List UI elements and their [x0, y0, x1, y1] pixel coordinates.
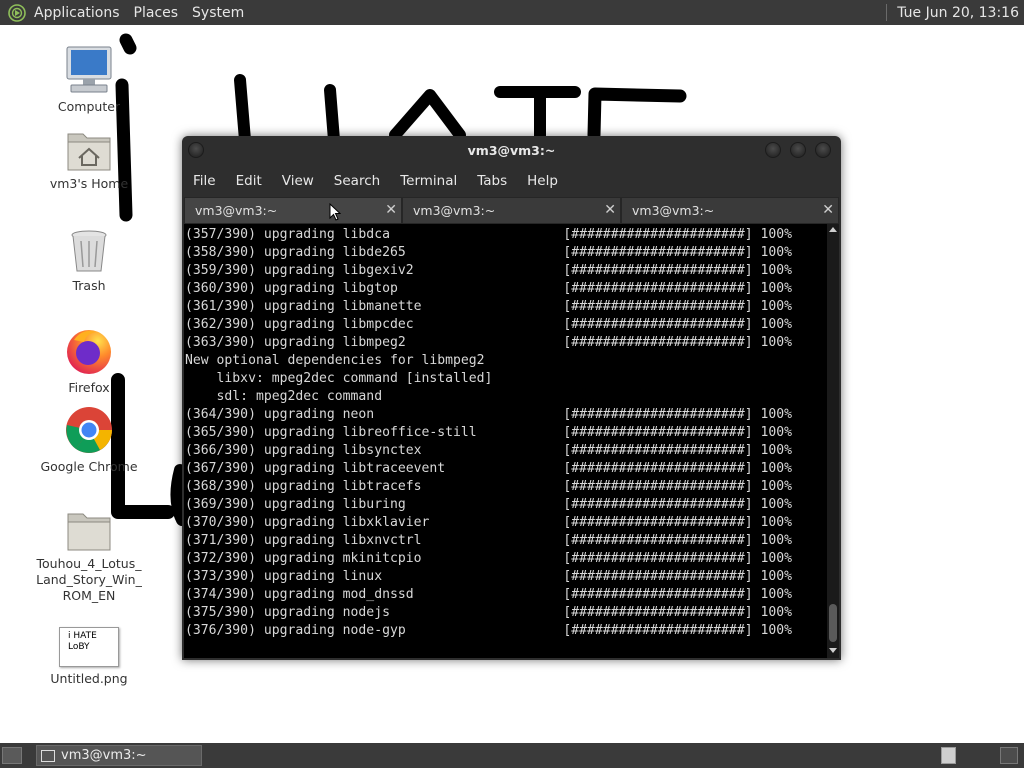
terminal-line: sdl: mpeg2dec command [185, 389, 383, 404]
mouse-pointer-icon [329, 203, 341, 221]
tab-label: vm3@vm3:~ [413, 203, 496, 218]
chrome-icon [66, 407, 112, 453]
terminal-text: (357/390) upgrading libdca [############… [184, 224, 827, 640]
folder-icon [67, 513, 111, 551]
desktop-icon-untitled-png[interactable]: i HATE LoBY Untitled.png [29, 627, 149, 687]
applications-menu[interactable]: Applications [34, 5, 120, 21]
distro-logo-icon[interactable] [8, 3, 26, 22]
terminal-window[interactable]: vm3@vm3:~ File Edit View Search Terminal… [182, 136, 841, 660]
taskbar-item-terminal[interactable]: vm3@vm3:~ [36, 745, 202, 766]
thumbnail-text: i HATE [68, 631, 97, 641]
menu-tabs[interactable]: Tabs [477, 173, 507, 189]
trash-icon [71, 230, 107, 272]
terminal-line: libxv: mpeg2dec command [installed] [185, 371, 493, 386]
terminal-line: (362/390) upgrading libmpcdec [#########… [185, 317, 792, 332]
terminal-tab-1[interactable]: vm3@vm3:~ ✕ [184, 197, 402, 224]
scroll-down-icon[interactable] [829, 648, 837, 653]
terminal-line: (369/390) upgrading liburing [##########… [185, 497, 792, 512]
terminal-tab-2[interactable]: vm3@vm3:~ ✕ [402, 197, 621, 224]
bottom-panel: vm3@vm3:~ [0, 743, 1024, 768]
thumbnail-text: LoBY [68, 642, 90, 652]
desktop-icon-trash[interactable]: Trash [29, 228, 149, 294]
terminal-output[interactable]: (357/390) upgrading libdca [############… [184, 224, 827, 658]
scrollbar-thumb[interactable] [829, 604, 837, 642]
maximize-button[interactable] [790, 142, 806, 158]
menu-terminal[interactable]: Terminal [400, 173, 457, 189]
terminal-line: (368/390) upgrading libtracefs [########… [185, 479, 792, 494]
menu-edit[interactable]: Edit [236, 173, 262, 189]
system-menu[interactable]: System [192, 5, 244, 21]
desktop-icon-label-line: Touhou_4_Lotus_ [36, 556, 142, 571]
terminal-scrollbar[interactable] [827, 224, 839, 658]
terminal-line: (364/390) upgrading neon [##############… [185, 407, 792, 422]
terminal-line: (360/390) upgrading libgtop [###########… [185, 281, 792, 296]
menu-view[interactable]: View [282, 173, 314, 189]
terminal-line: (357/390) upgrading libdca [############… [185, 227, 792, 242]
terminal-line: (363/390) upgrading libmpeg2 [##########… [185, 335, 792, 350]
desktop-icon-touhou-folder[interactable]: Touhou_4_Lotus_ Land_Story_Win_ ROM_EN [29, 508, 149, 604]
desktop-icon-computer[interactable]: Computer [29, 45, 149, 115]
desktop-icon-home[interactable]: vm3's Home [29, 128, 149, 192]
tab-close-icon[interactable]: ✕ [385, 198, 397, 223]
desktop-icon-label-line: Land_Story_Win_ [36, 572, 142, 587]
terminal-icon [41, 749, 55, 762]
menu-search[interactable]: Search [334, 173, 380, 189]
computer-icon [66, 46, 112, 93]
panel-separator [886, 4, 888, 21]
desktop-icon-label: Google Chrome [40, 459, 138, 474]
terminal-tabbar: vm3@vm3:~ ✕ vm3@vm3:~ ✕ vm3@vm3:~ ✕ [182, 197, 841, 224]
image-thumbnail-icon: i HATE LoBY [59, 627, 119, 667]
window-titlebar[interactable]: vm3@vm3:~ [182, 136, 841, 167]
taskbar-item-label: vm3@vm3:~ [61, 748, 147, 763]
menu-file[interactable]: File [193, 173, 216, 189]
terminal-line: (358/390) upgrading libde265 [##########… [185, 245, 792, 260]
show-desktop-icon[interactable] [2, 747, 22, 764]
desktop-icon-label: Computer [57, 99, 121, 114]
tab-close-icon[interactable]: ✕ [604, 198, 616, 223]
clock[interactable]: Tue Jun 20, 13:16 [897, 5, 1019, 21]
desktop-icon-label: vm3's Home [49, 176, 129, 191]
close-button[interactable] [815, 142, 831, 158]
terminal-line: (365/390) upgrading libreoffice-still [#… [185, 425, 792, 440]
window-title: vm3@vm3:~ [467, 143, 556, 158]
tab-label: vm3@vm3:~ [195, 203, 278, 218]
terminal-line: (371/390) upgrading libxnvctrl [########… [185, 533, 792, 548]
minimize-button[interactable] [765, 142, 781, 158]
home-folder-icon [67, 133, 111, 171]
menu-help[interactable]: Help [527, 173, 558, 189]
desktop-icon-label-line: ROM_EN [62, 588, 116, 603]
desktop-icon-firefox[interactable]: Firefox [29, 326, 149, 396]
top-panel: Applications Places System Tue Jun 20, 1… [0, 0, 1024, 25]
tab-close-icon[interactable]: ✕ [822, 198, 834, 223]
terminal-line: (361/390) upgrading libmanette [########… [185, 299, 792, 314]
terminal-line: (375/390) upgrading nodejs [############… [185, 605, 792, 620]
terminal-line: (372/390) upgrading mkinitcpio [########… [185, 551, 792, 566]
trash-applet-icon[interactable] [1000, 747, 1018, 764]
workspace-switcher[interactable] [941, 747, 956, 764]
places-menu[interactable]: Places [134, 5, 179, 21]
terminal-line: (374/390) upgrading mod_dnssd [#########… [185, 587, 792, 602]
desktop-icon-label: Firefox [68, 380, 110, 395]
terminal-line: (359/390) upgrading libgexiv2 [#########… [185, 263, 792, 278]
terminal-tab-3[interactable]: vm3@vm3:~ ✕ [621, 197, 839, 224]
terminal-line: (367/390) upgrading libtraceevent [#####… [185, 461, 792, 476]
desktop-icon-label: Trash [72, 278, 106, 293]
firefox-icon [67, 330, 111, 374]
scroll-up-icon[interactable] [829, 227, 837, 232]
desktop-icon-chrome[interactable]: Google Chrome [29, 405, 149, 475]
tab-label: vm3@vm3:~ [632, 203, 715, 218]
terminal-line: New optional dependencies for libmpeg2 [185, 353, 485, 368]
terminal-line: (370/390) upgrading libxklavier [#######… [185, 515, 792, 530]
terminal-menubar: File Edit View Search Terminal Tabs Help [182, 170, 841, 192]
desktop-icon-label: Untitled.png [50, 671, 128, 686]
terminal-line: (366/390) upgrading libsynctex [########… [185, 443, 792, 458]
terminal-line: (373/390) upgrading linux [#############… [185, 569, 792, 584]
terminal-line: (376/390) upgrading node-gyp [##########… [185, 623, 792, 638]
